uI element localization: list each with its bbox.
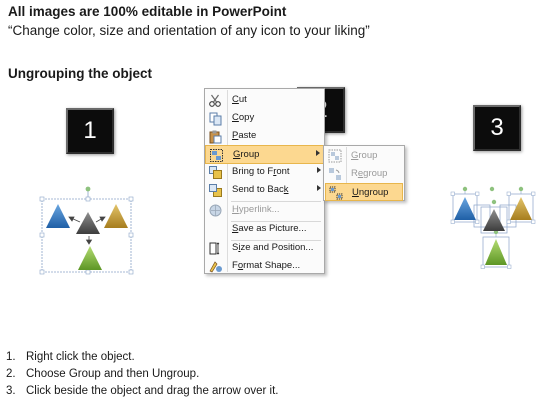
header-subtitle: “Change color, size and orientation of a… [8, 23, 370, 38]
menu-item-hyperlink[interactable]: Hyperlink... [205, 201, 326, 220]
menu-item-save-as-picture[interactable]: Save as Picture... [205, 220, 326, 239]
hyperlink-icon [209, 204, 222, 217]
menu-item-send-to-back[interactable]: Send to Back [205, 181, 326, 200]
grouped-triangles-diagram[interactable] [30, 182, 150, 282]
step-badge-1: 1 [66, 108, 114, 154]
menu-item-format-shape[interactable]: Format Shape... [205, 257, 326, 276]
blue-triangle [454, 197, 476, 220]
menu-item-cut[interactable]: Cut [205, 91, 326, 110]
menu-label-copy: Copy [232, 112, 255, 123]
instruction-text: Right click the object. [26, 351, 135, 363]
menu-label-cut: Cut [232, 94, 247, 105]
size-position-icon [209, 242, 220, 255]
ungrouped-triangles-diagram[interactable] [440, 180, 552, 270]
menu-label-paste: Paste [232, 130, 257, 141]
green-triangle [485, 239, 507, 265]
submenu-arrow-icon [316, 150, 320, 156]
menu-item-paste[interactable]: Paste [205, 127, 326, 146]
instruction-number: 2. [6, 368, 16, 380]
green-triangle [78, 246, 102, 270]
gray-triangle [483, 209, 505, 231]
blue-triangle [46, 204, 70, 228]
gray-triangle [76, 212, 100, 234]
menu-label-save-as-picture: Save as Picture... [232, 223, 307, 234]
menu-item-size-and-position[interactable]: Size and Position... [205, 239, 326, 258]
format-shape-icon [209, 261, 222, 273]
menu-item-copy[interactable]: Copy [205, 109, 326, 128]
submenu-label-group: Group [351, 150, 378, 161]
paste-icon [209, 130, 222, 144]
menu-item-bring-to-front[interactable]: Bring to Front [205, 163, 326, 182]
group-icon [328, 149, 342, 163]
menu-label-size-and-position: Size and Position... [232, 242, 314, 253]
menu-label-group: Group [233, 149, 260, 160]
submenu-label-regroup: Regroup [351, 168, 388, 179]
menu-label-bring-to-front: Bring to Front [232, 166, 290, 177]
bring-to-front-icon [209, 166, 222, 179]
gold-triangle [104, 204, 128, 228]
group-icon [210, 149, 223, 162]
menu-label-send-to-back: Send to Back [232, 184, 289, 195]
step-badge-3: 3 [473, 105, 521, 151]
instruction-text: Choose Group and then Ungroup. [26, 368, 200, 380]
instructions-list: 1. Right click the object. 2. Choose Group… [6, 349, 279, 400]
regroup-icon [329, 168, 341, 180]
instruction-number: 3. [6, 385, 16, 397]
send-to-back-icon [209, 184, 222, 197]
rotation-handle [85, 186, 91, 192]
submenu-label-ungroup: Ungroup [352, 187, 389, 198]
submenu-arrow-icon [317, 167, 321, 173]
instruction-number: 1. [6, 351, 16, 363]
instruction-text: Click beside the object and drag the arr… [26, 385, 279, 397]
scissors-icon [209, 94, 221, 107]
menu-label-hyperlink: Hyperlink... [232, 204, 280, 215]
menu-item-group[interactable]: Group [205, 145, 326, 164]
instruction-item: 1. Right click the object. [6, 349, 279, 366]
group-submenu: Group Regroup Ungroup [323, 145, 405, 201]
submenu-item-group[interactable]: Group [325, 147, 403, 165]
copy-icon [209, 112, 222, 126]
instruction-item: 3. Click beside the object and drag the a… [6, 383, 279, 400]
gold-triangle [510, 197, 532, 220]
ungroup-icon [329, 186, 343, 200]
submenu-item-ungroup[interactable]: Ungroup [325, 183, 403, 201]
context-menu: Cut Copy Paste Group Bring to Front Send… [204, 88, 326, 276]
header-title: All images are 100% editable in PowerPoi… [8, 4, 287, 19]
menu-label-format-shape: Format Shape... [232, 260, 301, 271]
instruction-item: 2. Choose Group and then Ungroup. [6, 366, 279, 383]
submenu-item-regroup[interactable]: Regroup [325, 165, 403, 183]
submenu-arrow-icon [317, 185, 321, 191]
section-title: Ungrouping the object [8, 66, 152, 81]
